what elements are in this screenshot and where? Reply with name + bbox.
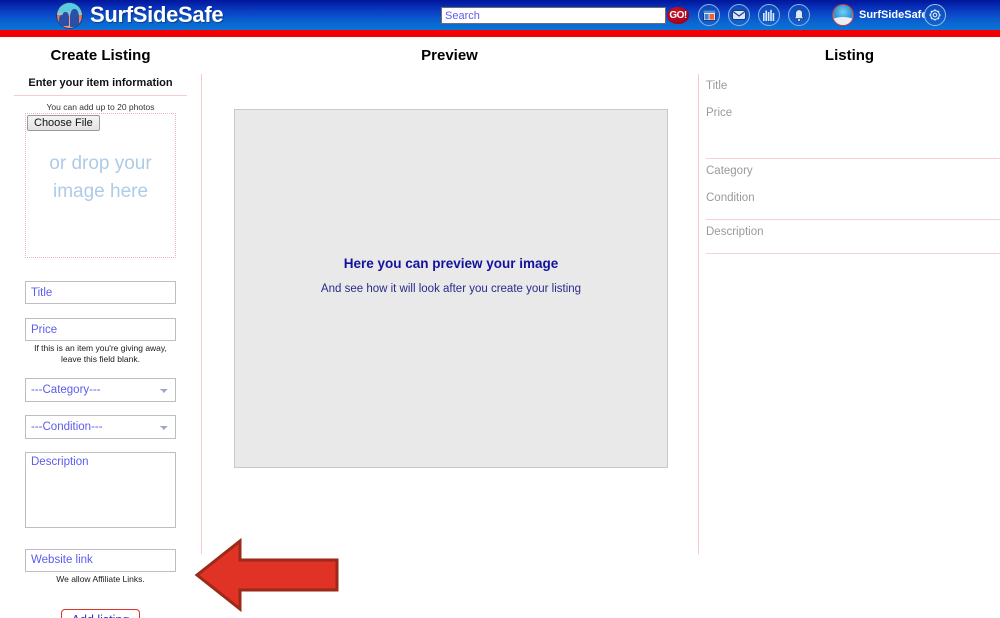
listing-price-label: Price (706, 107, 733, 119)
envelope-icon[interactable] (728, 4, 750, 26)
listing-category-label: Category (706, 165, 753, 177)
image-preview-box: Here you can preview your image And see … (234, 109, 668, 468)
image-dropzone[interactable]: Choose File or drop your image here (25, 113, 176, 258)
photo-limit-hint: You can add up to 20 photos (46, 102, 155, 112)
listing-title-label: Title (706, 80, 728, 92)
price-helper-line2: leave this field blank. (61, 354, 140, 365)
preview-subtext: And see how it will look after you creat… (320, 283, 582, 295)
website-link-input[interactable] (25, 548, 176, 572)
price-helper-text: If this is an item you're giving away, l… (0, 343, 201, 366)
gear-icon[interactable] (924, 4, 946, 26)
main-content: Create Listing Enter your item informati… (0, 37, 1000, 618)
listing-divider-2 (706, 219, 1000, 220)
preview-heading: Here you can preview your image (343, 256, 559, 271)
listing-condition-label: Condition (706, 192, 755, 204)
dropzone-hint-text: or drop your image here (26, 150, 175, 205)
add-listing-button[interactable]: Add listing (60, 609, 141, 618)
search-input[interactable] (441, 7, 666, 24)
create-listing-panel: Create Listing Enter your item informati… (0, 37, 201, 618)
account-menu[interactable]: SurfSideSafe (832, 4, 927, 26)
nav-icon-group (698, 4, 810, 26)
listing-description-label: Description (706, 226, 764, 238)
red-accent-bar (0, 30, 1000, 37)
description-textarea[interactable] (25, 451, 176, 528)
price-helper-line1: If this is an item you're giving away, (34, 343, 167, 353)
choose-file-button[interactable]: Choose File (27, 115, 100, 131)
section-divider (14, 95, 187, 96)
preview-placeholder-text: Here you can preview your image And see … (235, 256, 667, 295)
account-name-label: SurfSideSafe (859, 9, 928, 21)
category-select[interactable]: ---Category--- (25, 377, 176, 402)
affiliate-links-helper: We allow Affiliate Links. (56, 573, 145, 584)
search-go-button[interactable]: GO! (667, 7, 689, 24)
form-subtitle: Enter your item information (28, 77, 173, 89)
brand-home-link[interactable]: SurfSideSafe (56, 1, 224, 29)
condition-select[interactable]: ---Condition--- (25, 414, 176, 439)
listing-panel-title: Listing (824, 47, 875, 64)
dropzone-hint-line2: image here (52, 180, 149, 202)
title-input[interactable] (25, 281, 176, 304)
left-pointing-arrow-icon (192, 535, 342, 615)
bell-icon[interactable] (788, 4, 810, 26)
listing-divider-1 (706, 158, 1000, 159)
preview-panel: Preview Here you can preview your image … (201, 37, 698, 468)
search-area: GO! (441, 7, 689, 24)
dropzone-hint-line1: or drop your (49, 153, 152, 174)
user-avatar-icon (832, 4, 854, 26)
price-input[interactable] (25, 318, 176, 341)
listing-summary-panel: Listing Title Price Category Condition D… (699, 37, 1000, 260)
page-title: Create Listing (50, 47, 151, 64)
left-column-divider (201, 74, 202, 554)
listing-spacer (699, 134, 1000, 158)
preview-title: Preview (421, 47, 478, 64)
equalizer-icon[interactable] (758, 4, 780, 26)
top-navigation-bar: SurfSideSafe GO! (0, 0, 1000, 30)
listing-divider-3 (706, 253, 1000, 254)
brand-name-text: SurfSideSafe (90, 2, 224, 27)
browser-window-icon[interactable] (698, 4, 720, 26)
palm-tree-circle-logo-icon (56, 1, 83, 29)
